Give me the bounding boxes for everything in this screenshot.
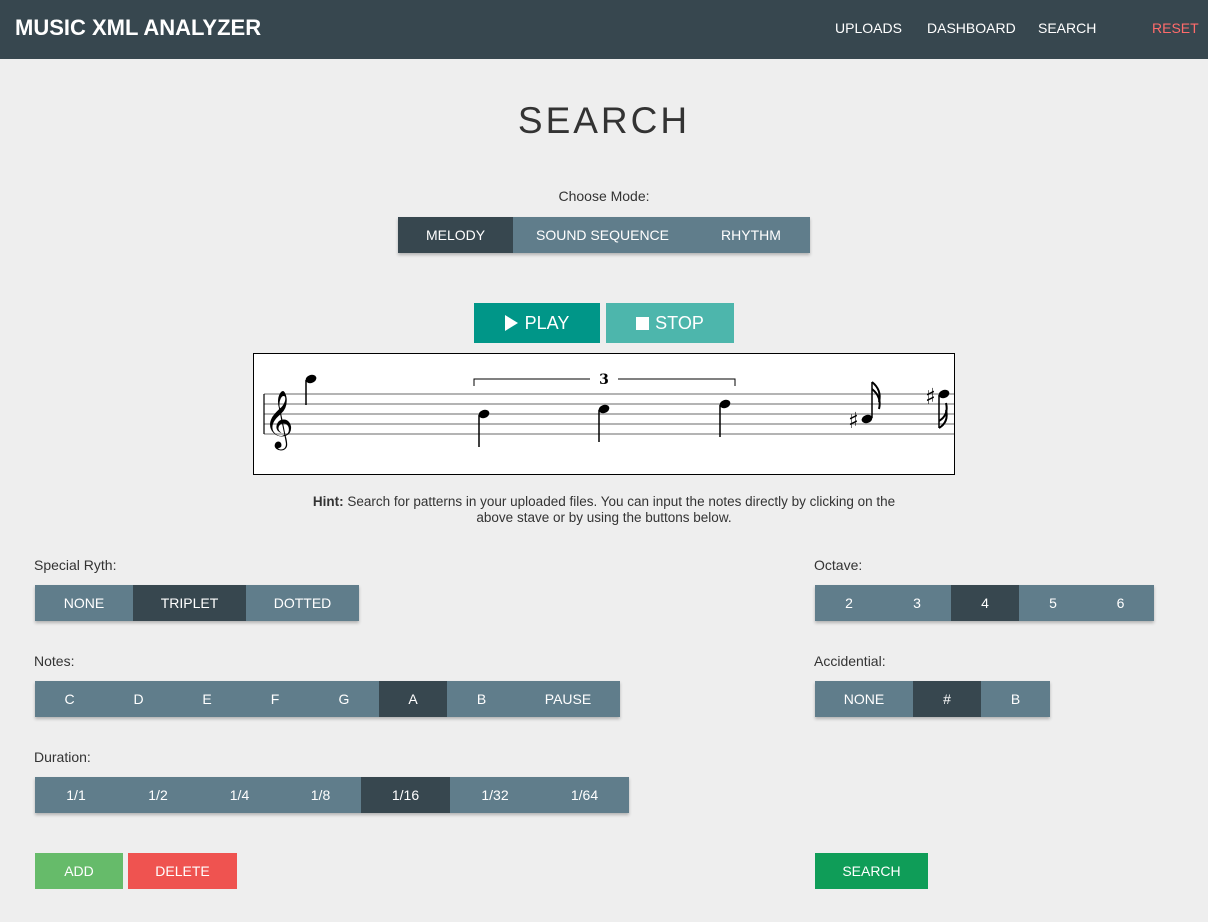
mode-sound-sequence-button[interactable]: SOUND SEQUENCE [513, 217, 692, 253]
search-button[interactable]: SEARCH [815, 853, 928, 889]
accidential-label: Accidential: [814, 653, 886, 669]
duration-selector: 1/1 1/2 1/4 1/8 1/16 1/32 1/64 [35, 777, 629, 813]
nav-dashboard-link[interactable]: DASHBOARD [927, 20, 1016, 36]
note-d-button[interactable]: D [104, 681, 173, 717]
special-rhythm-selector: NONE TRIPLET DOTTED [35, 585, 359, 621]
hint-text: Hint: Search for patterns in your upload… [304, 494, 904, 526]
note-pause-button[interactable]: PAUSE [516, 681, 620, 717]
note-c-button[interactable]: C [35, 681, 104, 717]
note-a-button[interactable]: A [379, 681, 447, 717]
duration-1-2-button[interactable]: 1/2 [117, 777, 199, 813]
octave-6-button[interactable]: 6 [1087, 585, 1154, 621]
note-2 [478, 409, 490, 447]
note-6: ♯ [925, 385, 950, 429]
duration-1-16-button[interactable]: 1/16 [361, 777, 450, 813]
mode-melody-button[interactable]: MELODY [398, 217, 513, 253]
stop-label: STOP [655, 312, 704, 333]
hint-body: Search for patterns in your uploaded fil… [343, 494, 896, 525]
duration-1-8-button[interactable]: 1/8 [280, 777, 361, 813]
mode-selector: MELODY SOUND SEQUENCE RHYTHM [398, 217, 810, 253]
sharp-icon: ♯ [848, 409, 859, 434]
play-button[interactable]: PLAY [474, 303, 600, 343]
octave-2-button[interactable]: 2 [815, 585, 883, 621]
play-label: PLAY [524, 312, 570, 333]
note-b-button[interactable]: B [447, 681, 516, 717]
duration-1-1-button[interactable]: 1/1 [35, 777, 117, 813]
treble-clef-icon: 𝄞 [264, 390, 294, 451]
octave-5-button[interactable]: 5 [1019, 585, 1087, 621]
note-g-button[interactable]: G [309, 681, 379, 717]
note-e-button[interactable]: E [173, 681, 241, 717]
tuplet-number: 3 [599, 372, 609, 388]
octave-label: Octave: [814, 557, 863, 573]
octave-3-button[interactable]: 3 [883, 585, 951, 621]
accidential-sharp-button[interactable]: # [913, 681, 981, 717]
special-rhythm-dotted-button[interactable]: DOTTED [246, 585, 359, 621]
special-rhythm-triplet-button[interactable]: TRIPLET [133, 585, 246, 621]
stave-svg: 𝄞 3 ♯ ♯ [263, 372, 954, 451]
duration-1-64-button[interactable]: 1/64 [540, 777, 629, 813]
duration-label: Duration: [34, 749, 91, 765]
note-5: ♯ [848, 381, 881, 434]
app-brand: MUSIC XML ANALYZER [15, 15, 262, 40]
stop-icon [636, 316, 650, 330]
note-4 [719, 399, 731, 437]
octave-selector: 2 3 4 5 6 [815, 585, 1154, 621]
navbar: MUSIC XML ANALYZER UPLOADS DASHBOARD SEA… [0, 0, 1208, 59]
sharp-icon: ♯ [925, 385, 936, 410]
note-f-button[interactable]: F [241, 681, 309, 717]
special-rhythm-none-button[interactable]: NONE [35, 585, 133, 621]
stop-button[interactable]: STOP [606, 303, 734, 343]
accidential-flat-button[interactable]: B [981, 681, 1050, 717]
music-stave[interactable]: 𝄞 3 ♯ ♯ [253, 353, 955, 475]
nav-uploads-link[interactable]: UPLOADS [835, 20, 902, 36]
special-rhythm-label: Special Ryth: [34, 557, 117, 573]
accidential-none-button[interactable]: NONE [815, 681, 913, 717]
note-3 [598, 404, 610, 442]
accidential-selector: NONE # B [815, 681, 1050, 717]
notes-selector: C D E F G A B PAUSE [35, 681, 620, 717]
delete-button[interactable]: DELETE [128, 853, 237, 889]
mode-rhythm-button[interactable]: RHYTHM [692, 217, 810, 253]
page-title: SEARCH [517, 100, 691, 141]
note-1 [305, 374, 317, 405]
nav-search-link[interactable]: SEARCH [1038, 20, 1096, 36]
notes-label: Notes: [34, 653, 75, 669]
duration-1-4-button[interactable]: 1/4 [199, 777, 280, 813]
octave-4-button[interactable]: 4 [951, 585, 1019, 621]
nav-reset-link[interactable]: RESET [1152, 20, 1199, 36]
add-button[interactable]: ADD [35, 853, 123, 889]
duration-1-32-button[interactable]: 1/32 [450, 777, 540, 813]
play-icon [504, 315, 518, 331]
hint-bold: Hint: [312, 494, 344, 509]
mode-label: Choose Mode: [558, 188, 650, 204]
